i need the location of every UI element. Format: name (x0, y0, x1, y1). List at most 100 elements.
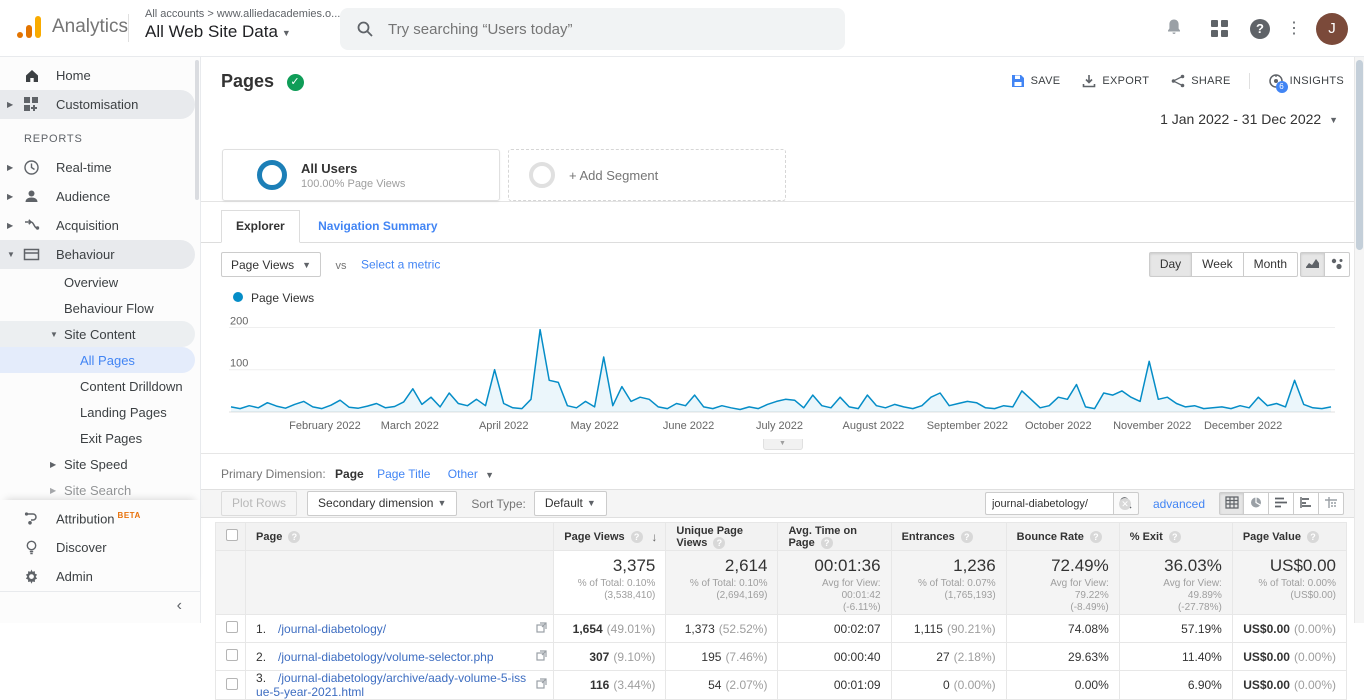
sidebar-item-behaviour[interactable]: ▼ Behaviour (0, 240, 195, 269)
dimension-page-title[interactable]: Page Title (377, 467, 430, 481)
granularity-month-button[interactable]: Month (1243, 252, 1298, 277)
page-link[interactable]: /journal-diabetology/volume-selector.php (278, 650, 493, 664)
svg-text:June 2022: June 2022 (663, 420, 714, 432)
breadcrumb[interactable]: All accounts > www.alliedacademies.o... (145, 8, 340, 20)
sidebar-item-overview[interactable]: Overview (0, 269, 195, 295)
sort-type-dropdown[interactable]: Default ▼ (533, 491, 607, 516)
performance-view-icon[interactable] (1269, 492, 1294, 515)
sidebar-item-landing-pages[interactable]: Landing Pages (0, 399, 195, 425)
help-icon[interactable] (288, 530, 301, 543)
help-icon[interactable] (630, 530, 643, 543)
dimension-other[interactable]: Other ▼ (448, 467, 494, 481)
dimension-page[interactable]: Page (335, 467, 364, 481)
sidebar-item-site-content[interactable]: ▼ Site Content (0, 321, 195, 347)
expand-right-icon: ▶ (7, 221, 14, 230)
column-header-page-value[interactable]: Page Value (1231, 522, 1348, 551)
help-icon[interactable]: ? (1248, 17, 1272, 41)
notifications-bell-icon[interactable] (1162, 17, 1186, 41)
sidebar-item-content-drilldown[interactable]: Content Drilldown (0, 373, 195, 399)
page-link[interactable]: /journal-diabetology/ (278, 622, 386, 636)
export-button[interactable]: EXPORT (1082, 74, 1149, 88)
sidebar-item-customisation[interactable]: ▶ Customisation (0, 90, 195, 119)
primary-dimension-bar: Primary Dimension: Page Page Title Other… (221, 467, 495, 481)
open-page-icon[interactable] (536, 678, 547, 692)
column-header-avg-time[interactable]: Avg. Time on Page (777, 522, 892, 551)
page-scrollbar[interactable] (1354, 57, 1364, 623)
clock-icon (23, 159, 41, 177)
sidebar-scrollbar[interactable] (195, 60, 199, 200)
sort-descending-icon: ↓ (651, 530, 658, 544)
sidebar-item-site-speed[interactable]: ▶ Site Speed (0, 451, 195, 477)
help-icon[interactable] (1168, 530, 1181, 543)
select-all-checkbox[interactable] (226, 529, 238, 541)
pivot-view-icon[interactable] (1319, 492, 1344, 515)
sidebar-item-all-pages[interactable]: All Pages (0, 347, 195, 373)
column-header-page-views[interactable]: Page Views↓ (553, 522, 667, 551)
sidebar-item-discover[interactable]: Discover (0, 533, 195, 562)
row-checkbox[interactable] (226, 677, 238, 690)
motion-chart-view-icon[interactable] (1325, 252, 1350, 277)
percentage-view-icon[interactable] (1244, 492, 1269, 515)
collapse-sidebar-icon[interactable]: ‹ (177, 597, 182, 615)
comparison-view-icon[interactable] (1294, 492, 1319, 515)
row-checkbox[interactable] (226, 649, 238, 661)
sidebar-item-home[interactable]: Home (0, 61, 195, 90)
help-icon[interactable] (713, 536, 726, 549)
sidebar-item-exit-pages[interactable]: Exit Pages (0, 425, 195, 451)
global-search-input[interactable] (388, 20, 808, 38)
metric-dropdown[interactable]: Page Views ▼ (221, 252, 322, 277)
tab-explorer[interactable]: Explorer (221, 210, 300, 243)
property-selector[interactable]: All Web Site Data ▼ (145, 22, 340, 42)
sidebar-item-acquisition[interactable]: ▶ Acquisition (0, 211, 195, 240)
svg-text:200: 200 (230, 315, 248, 327)
help-icon[interactable] (820, 536, 833, 549)
sidebar-item-behaviour-flow[interactable]: Behaviour Flow (0, 295, 195, 321)
sidebar-item-site-search[interactable]: ▶ Site Search (0, 477, 195, 496)
scrollbar-thumb[interactable] (1356, 60, 1363, 250)
page-title: Pages (221, 71, 275, 91)
granularity-day-button[interactable]: Day (1148, 252, 1193, 277)
tab-navigation-summary[interactable]: Navigation Summary (304, 211, 451, 242)
help-icon[interactable] (1089, 530, 1102, 543)
add-segment-button[interactable]: + Add Segment (508, 149, 786, 201)
column-header-unique-page-views[interactable]: Unique Page Views (665, 522, 779, 551)
column-header-exit[interactable]: % Exit (1118, 522, 1233, 551)
select-metric-link[interactable]: Select a metric (361, 258, 440, 272)
clear-search-icon[interactable]: ✕ (1119, 497, 1131, 510)
help-icon[interactable] (960, 530, 973, 543)
granularity-week-button[interactable]: Week (1192, 252, 1244, 277)
avatar[interactable]: J (1316, 13, 1348, 45)
open-page-icon[interactable] (536, 650, 547, 664)
svg-text:March 2022: March 2022 (381, 420, 439, 432)
plot-rows-button[interactable]: Plot Rows (221, 491, 298, 516)
page-link[interactable]: /journal-diabetology/archive/aady-volume… (256, 671, 526, 699)
column-header-entrances[interactable]: Entrances (890, 522, 1007, 551)
table-view-icon[interactable] (1219, 492, 1244, 515)
sidebar-item-audience[interactable]: ▶ Audience (0, 182, 195, 211)
save-button[interactable]: SAVE (1011, 74, 1061, 88)
help-icon[interactable] (1306, 530, 1319, 543)
global-search[interactable] (340, 8, 845, 50)
date-range-selector[interactable]: 1 Jan 2022 - 31 Dec 2022 ▼ (1160, 111, 1338, 127)
advanced-search-link[interactable]: advanced (1153, 497, 1205, 511)
chevron-down-icon: ▼ (437, 498, 447, 508)
table-search-input[interactable] (984, 492, 1113, 515)
more-options-icon[interactable]: ⋮ (1282, 17, 1306, 41)
line-chart-view-icon[interactable] (1300, 252, 1325, 277)
segment-all-users[interactable]: All Users 100.00% Page Views (222, 149, 500, 201)
reports-section-label: REPORTS (24, 133, 83, 145)
open-page-icon[interactable] (536, 622, 547, 636)
sidebar-item-realtime[interactable]: ▶ Real-time (0, 153, 195, 182)
chart-collapse-handle[interactable]: ▼ (762, 439, 803, 450)
column-header-bounce-rate[interactable]: Bounce Rate (1005, 522, 1120, 551)
sidebar-item-admin[interactable]: Admin (0, 562, 195, 591)
apps-grid-icon[interactable] (1208, 17, 1232, 41)
column-header-page[interactable]: Page (245, 522, 555, 551)
share-button[interactable]: SHARE (1171, 74, 1230, 88)
sidebar-item-attribution[interactable]: Attribution BETA (0, 504, 195, 533)
sort-type-label: Sort Type: (471, 496, 526, 511)
table-summary-row: 3,375% of Total: 0.10% (3,538,410) 2,614%… (214, 550, 1348, 615)
secondary-dimension-dropdown[interactable]: Secondary dimension ▼ (307, 491, 458, 516)
table-toolbar: Plot Rows Secondary dimension ▼ Sort Type… (201, 489, 1364, 518)
insights-button[interactable]: 6 INSIGHTS (1248, 73, 1344, 93)
